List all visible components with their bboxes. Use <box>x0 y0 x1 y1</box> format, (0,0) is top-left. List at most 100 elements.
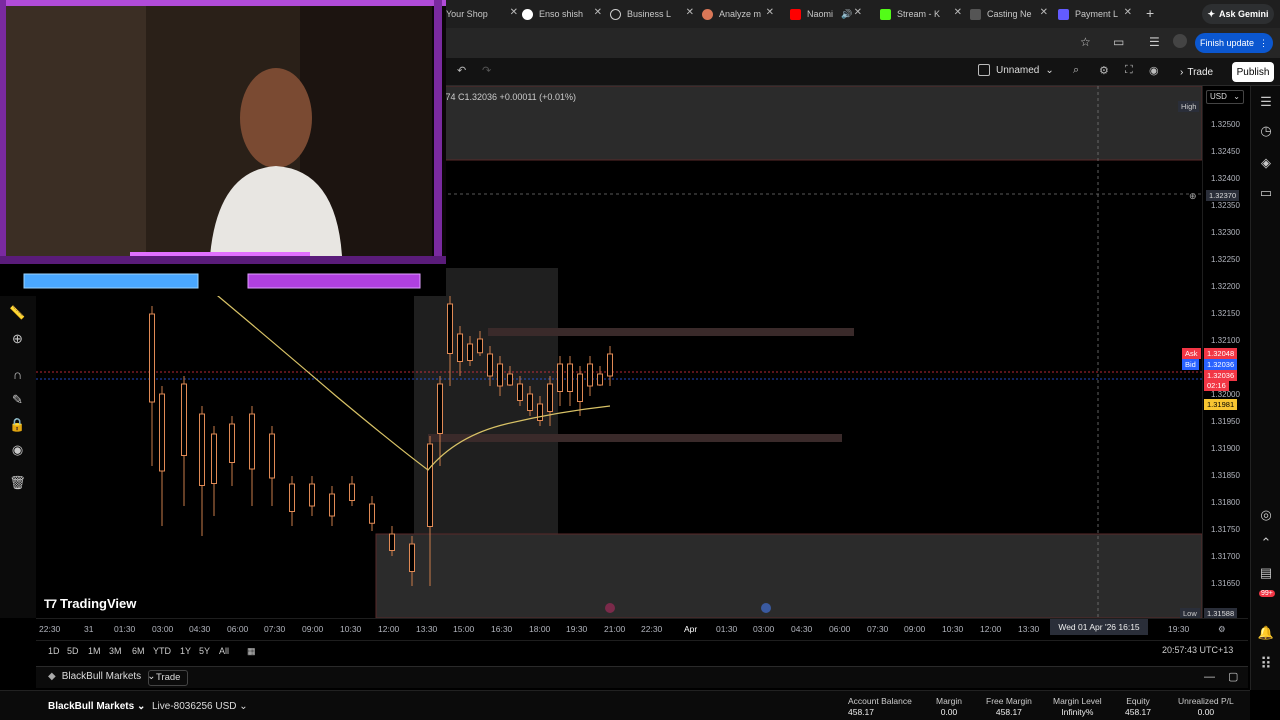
time-tick: 07:30 <box>867 624 889 634</box>
browser-tab-analyze[interactable]: Analyze m ✕ <box>702 3 778 25</box>
bookmark-star-icon[interactable]: ☆ <box>1080 35 1091 49</box>
account-id-selector[interactable]: Live-8036256 USD ⌄ <box>152 701 248 712</box>
browser-tab-casting[interactable]: Casting Ne ✕ <box>970 3 1052 25</box>
apps-grid-icon[interactable]: ⠿ <box>1257 656 1275 674</box>
magnet-icon[interactable]: ∩ <box>9 366 26 383</box>
youtube-icon <box>790 8 801 20</box>
candle-body <box>487 353 493 377</box>
time-tick: 19:30 <box>566 624 588 634</box>
browser-tab-shop[interactable]: Your Shop ✕ <box>446 3 522 25</box>
alerts-clock-icon[interactable]: ◷ <box>1257 122 1275 140</box>
finish-update-button[interactable]: Finish update ⋮ <box>1195 33 1273 53</box>
candle-body <box>547 383 553 412</box>
zoom-in-icon[interactable]: ⊕ <box>9 330 26 347</box>
metric-account-balance: Account Balance 458.17 <box>848 696 912 718</box>
browser-tab-enso[interactable]: Enso shish ✕ <box>522 3 606 25</box>
settings-gear-icon[interactable]: ⚙ <box>1099 64 1109 77</box>
close-tab-icon[interactable]: ✕ <box>1040 7 1048 18</box>
account-broker-selector[interactable]: BlackBull Markets ⌄ <box>48 701 145 712</box>
ask-gemini-button[interactable]: ✦ Ask Gemini <box>1202 4 1274 24</box>
time-tick: 22:30 <box>39 624 61 634</box>
range-ytd[interactable]: YTD <box>153 646 171 656</box>
ruler-icon[interactable]: 📏 <box>9 304 26 321</box>
close-tab-icon[interactable]: ✕ <box>1124 7 1132 18</box>
layout-selector[interactable]: Unnamed ⌄ <box>978 64 1054 76</box>
undo-icon[interactable]: ↶ <box>457 64 466 77</box>
range-1m[interactable]: 1M <box>88 646 101 656</box>
install-app-icon[interactable]: ▭ <box>1113 35 1124 49</box>
target-icon[interactable]: ◎ <box>1257 506 1275 524</box>
close-tab-icon[interactable]: ✕ <box>854 7 862 18</box>
time-tick: 22:30 <box>641 624 663 634</box>
broker-selector[interactable]: ◆ BlackBull Markets ⌄ <box>48 671 156 682</box>
candle-body <box>211 433 217 484</box>
timezone-settings-icon[interactable]: ⚙ <box>1218 624 1226 635</box>
range-1d[interactable]: 1D <box>48 646 60 656</box>
currency-select[interactable]: USD ⌄ <box>1206 90 1244 104</box>
chart-clock[interactable]: 20:57:43 UTC+13 <box>1162 645 1233 655</box>
candle-body <box>507 373 513 386</box>
lock-icon[interactable]: 🔒 <box>9 416 26 433</box>
add-alert-icon[interactable]: ⊕ <box>1186 190 1200 203</box>
close-tab-icon[interactable]: ✕ <box>594 7 602 18</box>
range-1y[interactable]: 1Y <box>180 646 191 656</box>
snapshot-camera-icon[interactable]: ◉ <box>1149 64 1159 77</box>
bid-label: Bid <box>1182 359 1199 370</box>
calendar-icon[interactable]: ▤ <box>1257 564 1275 582</box>
fullscreen-icon[interactable]: ⛶ <box>1125 64 1133 77</box>
close-tab-icon[interactable]: ✕ <box>686 7 694 18</box>
trade-button[interactable]: › Trade <box>1172 62 1221 82</box>
close-tab-icon[interactable]: ✕ <box>954 7 962 18</box>
browser-tab-business[interactable]: Business L ✕ <box>610 3 698 25</box>
tab-label: Business L <box>627 9 672 19</box>
ohlc-legend: .31974 C1.32036 +0.00011 (+0.01%) <box>428 92 576 102</box>
range-6m[interactable]: 6M <box>132 646 145 656</box>
browser-tab-stream[interactable]: Stream - K ✕ <box>880 3 966 25</box>
support-band <box>428 434 842 442</box>
range-3m[interactable]: 3M <box>109 646 122 656</box>
profile-avatar[interactable] <box>1173 34 1187 48</box>
demand-zone <box>375 533 1202 618</box>
candle-body <box>309 483 315 507</box>
trash-icon[interactable]: 🗑 <box>9 474 26 491</box>
minimize-panel-icon[interactable]: — <box>1204 671 1215 683</box>
watchlist-icon[interactable]: ☰ <box>1257 93 1275 111</box>
notifications-icon[interactable]: 🔔 <box>1257 624 1275 642</box>
ask-label: Ask <box>1182 348 1201 359</box>
metric-value: 458.17 <box>1125 707 1151 717</box>
chat-icon[interactable]: ▭ <box>1257 184 1275 202</box>
new-tab-icon[interactable]: + <box>1146 5 1154 21</box>
go-to-date-icon[interactable]: ▦ <box>247 646 256 657</box>
range-5d[interactable]: 5D <box>67 646 79 656</box>
close-tab-icon[interactable]: ✕ <box>510 7 518 18</box>
range-5y[interactable]: 5Y <box>199 646 210 656</box>
browser-tab-payment[interactable]: Payment L ✕ <box>1058 3 1136 25</box>
github-icon <box>522 8 533 20</box>
time-tick: 13:30 <box>1018 624 1040 634</box>
generic-icon <box>970 8 981 20</box>
time-tick: 07:30 <box>264 624 286 634</box>
candle-body <box>437 383 443 434</box>
publish-button[interactable]: Publish <box>1232 62 1274 82</box>
close-tab-icon[interactable]: ✕ <box>766 7 774 18</box>
redo-icon[interactable]: ↷ <box>482 64 491 77</box>
maximize-panel-icon[interactable]: ▢ <box>1228 670 1238 683</box>
layout-icon <box>978 64 990 76</box>
price-tick: 1.32450 <box>1211 147 1240 156</box>
pencil-lock-icon[interactable]: ✎ <box>9 391 26 408</box>
tab-label: Analyze m <box>719 9 762 19</box>
broker-trade-button[interactable]: Trade <box>148 670 189 686</box>
time-tick: 16:30 <box>491 624 513 634</box>
tradingview-logo[interactable]: T7 TradingView <box>44 596 136 611</box>
extensions-icon[interactable]: ☰ <box>1149 35 1160 49</box>
layers-icon[interactable]: ◈ <box>1257 154 1275 172</box>
candle-body <box>349 483 355 501</box>
ideas-icon[interactable]: ⌃ <box>1257 534 1275 552</box>
eye-icon[interactable]: ◉ <box>9 441 26 458</box>
quick-search-icon[interactable]: ⌕ <box>1073 64 1079 77</box>
range-all[interactable]: All <box>219 646 229 656</box>
candle-body <box>447 303 453 354</box>
browser-tab-naomi[interactable]: Naomi 🔊 ✕ <box>790 3 866 25</box>
speaker-icon[interactable]: 🔊 <box>841 9 852 20</box>
candle-body <box>577 373 583 402</box>
